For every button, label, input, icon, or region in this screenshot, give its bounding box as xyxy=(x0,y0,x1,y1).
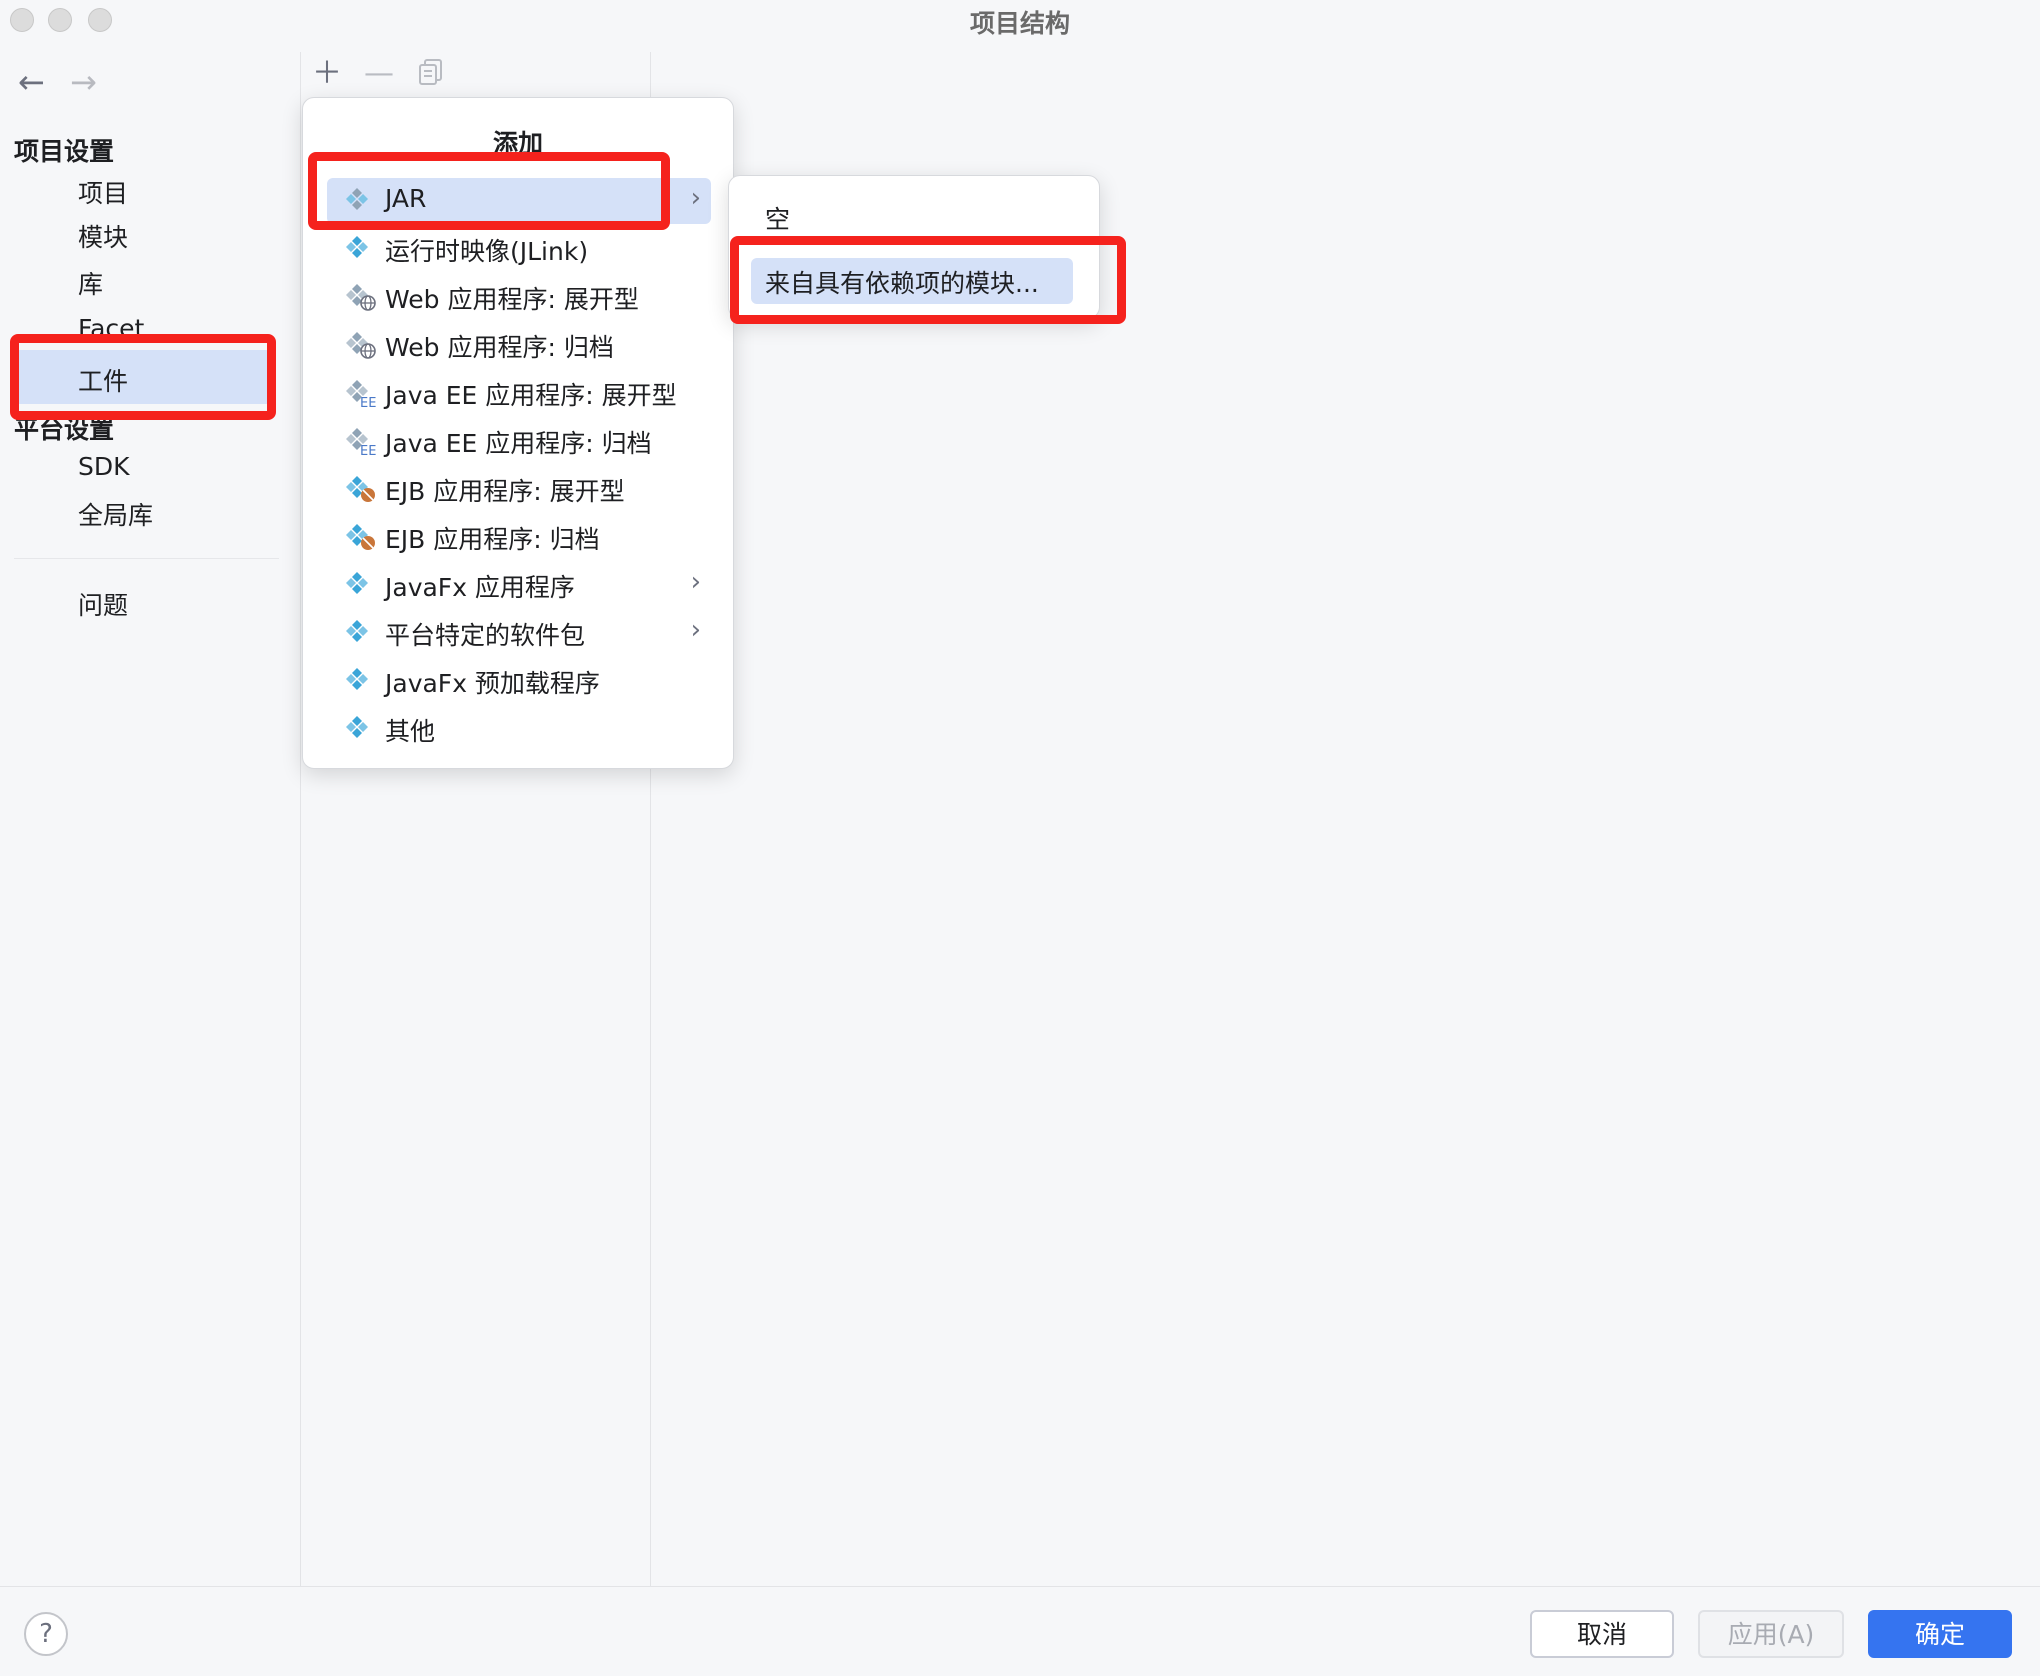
menu-item-label: EJB 应用程序: 展开型 xyxy=(385,477,625,506)
menu-item-label: Java EE 应用程序: 展开型 xyxy=(385,381,677,410)
sidebar-divider-vertical xyxy=(300,52,301,1586)
menu-item-10[interactable]: JavaFx 预加载程序 xyxy=(327,658,711,704)
copy-icon[interactable] xyxy=(418,58,444,95)
artifact-icon xyxy=(345,714,377,744)
menu-item-7[interactable]: EJB 应用程序: 归档 xyxy=(327,514,711,560)
menu-item-9[interactable]: 平台特定的软件包 › xyxy=(327,610,711,656)
menu-item-2[interactable]: Web 应用程序: 展开型 xyxy=(327,274,711,320)
artifact-icon xyxy=(345,618,377,648)
menu-item-5[interactable]: EE Java EE 应用程序: 归档 xyxy=(327,418,711,464)
menu-item-label: JavaFx 应用程序 xyxy=(385,573,575,602)
ok-button[interactable]: 确定 xyxy=(1868,1610,2012,1658)
chevron-right-icon: › xyxy=(690,615,701,645)
menu-item-8[interactable]: JavaFx 应用程序 › xyxy=(327,562,711,608)
menu-item-label: 平台特定的软件包 xyxy=(385,621,586,650)
cancel-button[interactable]: 取消 xyxy=(1530,1610,1674,1658)
plus-icon[interactable]: ＋ xyxy=(312,56,342,92)
submenu-item-empty[interactable]: 空 xyxy=(751,194,1073,240)
menu-item-11[interactable]: 其他 xyxy=(327,706,711,752)
menu-item-6[interactable]: EJB 应用程序: 展开型 xyxy=(327,466,711,512)
help-button[interactable]: ? xyxy=(24,1612,68,1656)
forward-arrow-icon[interactable]: → xyxy=(70,62,97,102)
ejb-artifact-icon xyxy=(345,522,377,552)
menu-item-label: EJB 应用程序: 归档 xyxy=(385,525,600,554)
apply-button[interactable]: 应用(A) xyxy=(1698,1610,1844,1658)
annotation-box-from-module xyxy=(730,236,1126,324)
menu-item-label: 运行时映像(JLink) xyxy=(385,237,589,266)
menu-item-1[interactable]: 运行时映像(JLink) xyxy=(327,226,711,272)
annotation-box-artifacts xyxy=(10,334,276,420)
sidebar-item-global-libraries[interactable]: 全局库 xyxy=(78,496,153,532)
artifact-icon xyxy=(345,570,377,600)
menu-item-label: Java EE 应用程序: 归档 xyxy=(385,429,652,458)
title-bar: 项目结构 xyxy=(0,0,2040,40)
svg-text:EE: EE xyxy=(360,396,376,408)
menu-item-label: 其他 xyxy=(385,717,436,746)
footer-divider xyxy=(0,1586,2040,1587)
web-artifact-icon xyxy=(345,282,377,312)
web-artifact-icon xyxy=(345,330,377,360)
sidebar-item-modules[interactable]: 模块 xyxy=(78,218,128,254)
menu-item-4[interactable]: EE Java EE 应用程序: 展开型 xyxy=(327,370,711,416)
menu-item-label: Web 应用程序: 展开型 xyxy=(385,285,639,314)
submenu-item-label: 空 xyxy=(765,205,791,234)
menu-item-label: Web 应用程序: 归档 xyxy=(385,333,614,362)
sidebar-divider xyxy=(14,558,279,559)
artifact-icon xyxy=(345,234,377,264)
sidebar-item-sdk[interactable]: SDK xyxy=(78,452,130,481)
artifact-icon xyxy=(345,666,377,696)
annotation-box-jar xyxy=(308,152,670,230)
javaee-artifact-icon: EE xyxy=(345,378,377,411)
window-title: 项目结构 xyxy=(969,9,1070,38)
minus-icon[interactable]: — xyxy=(364,56,394,92)
chevron-right-icon: › xyxy=(690,183,701,213)
sidebar-item-libraries[interactable]: 库 xyxy=(78,265,103,301)
chevron-right-icon: › xyxy=(690,567,701,597)
sidebar-item-project[interactable]: 项目 xyxy=(78,174,128,210)
sidebar-item-problems[interactable]: 问题 xyxy=(78,586,128,622)
svg-text:EE: EE xyxy=(360,444,376,456)
back-arrow-icon[interactable]: ← xyxy=(18,62,45,102)
menu-item-label: JavaFx 预加载程序 xyxy=(385,669,600,698)
project-settings-header: 项目设置 xyxy=(14,137,115,166)
menu-item-3[interactable]: Web 应用程序: 归档 xyxy=(327,322,711,368)
javaee-artifact-icon: EE xyxy=(345,426,377,459)
ejb-artifact-icon xyxy=(345,474,377,504)
